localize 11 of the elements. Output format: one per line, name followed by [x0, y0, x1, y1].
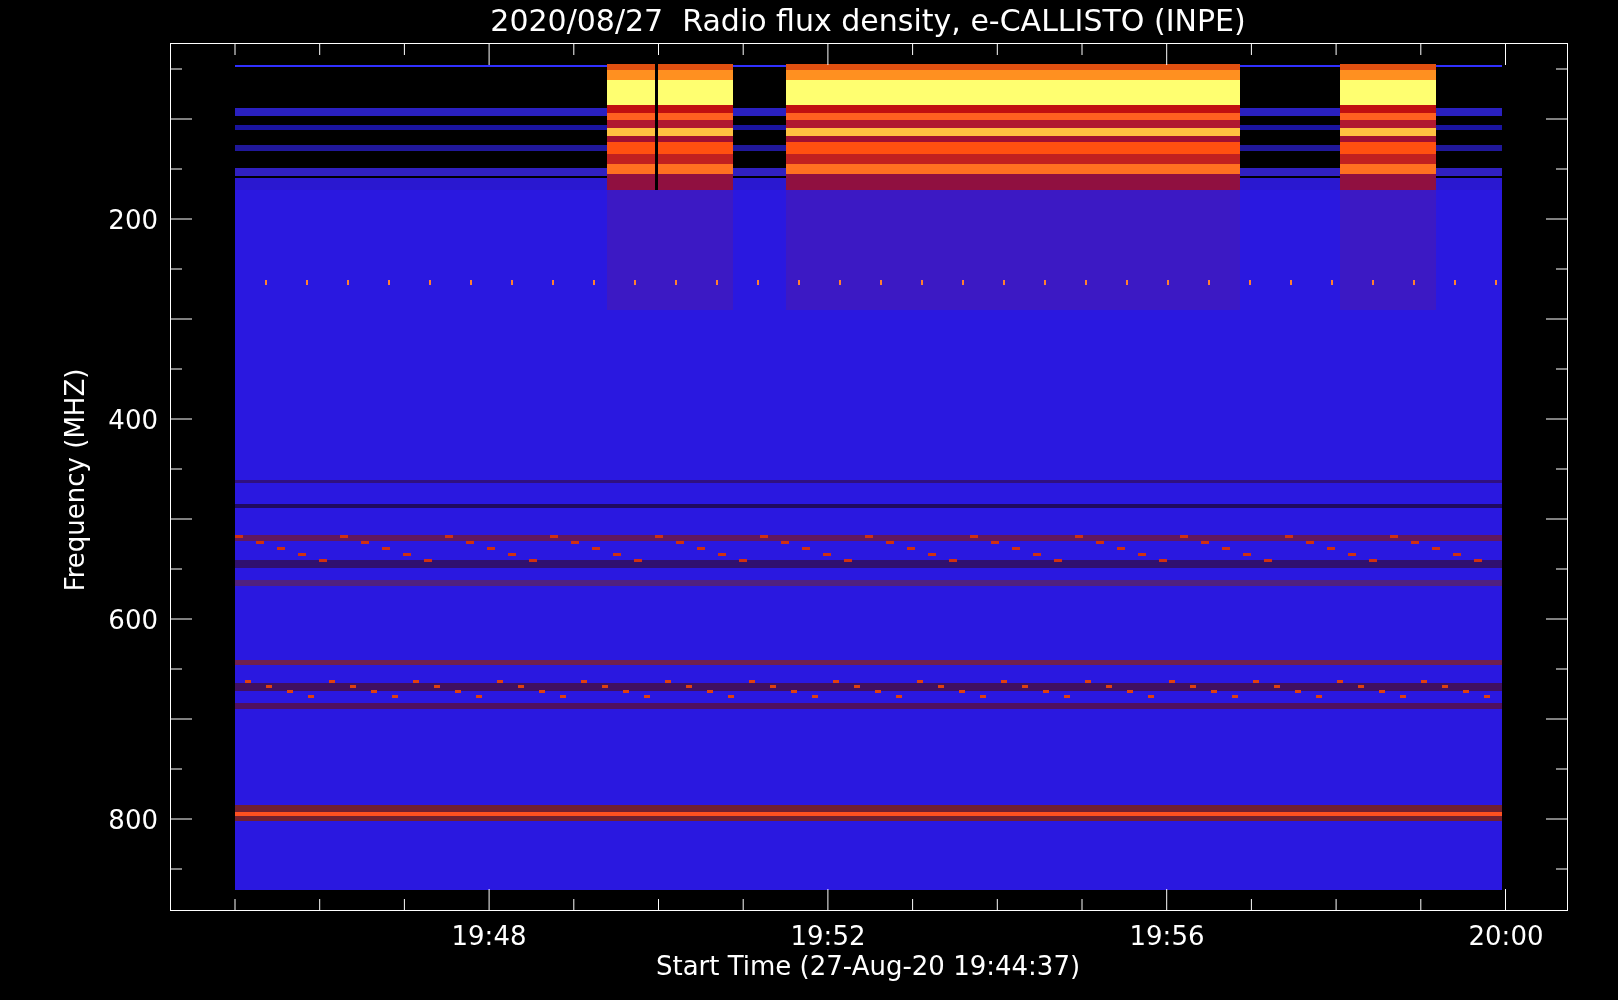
chart-title: 2020/08/27 Radio flux density, e-CALLISTO (INPE)	[490, 3, 1246, 38]
y-tick-label: 200	[108, 205, 158, 235]
x-axis-label: Start Time (27-Aug-20 19:44:37)	[655, 951, 1081, 981]
y-tick-label: 800	[108, 805, 158, 835]
y-tick-label: 600	[108, 605, 158, 635]
x-tick-label: 19:56	[1129, 921, 1205, 951]
x-tick-label: 19:52	[790, 921, 866, 951]
y-axis-label: Frequency (MHZ)	[60, 368, 90, 592]
x-tick-label: 19:48	[451, 921, 527, 951]
x-tick-label: 20:00	[1468, 921, 1544, 951]
y-tick-label: 400	[108, 405, 158, 435]
